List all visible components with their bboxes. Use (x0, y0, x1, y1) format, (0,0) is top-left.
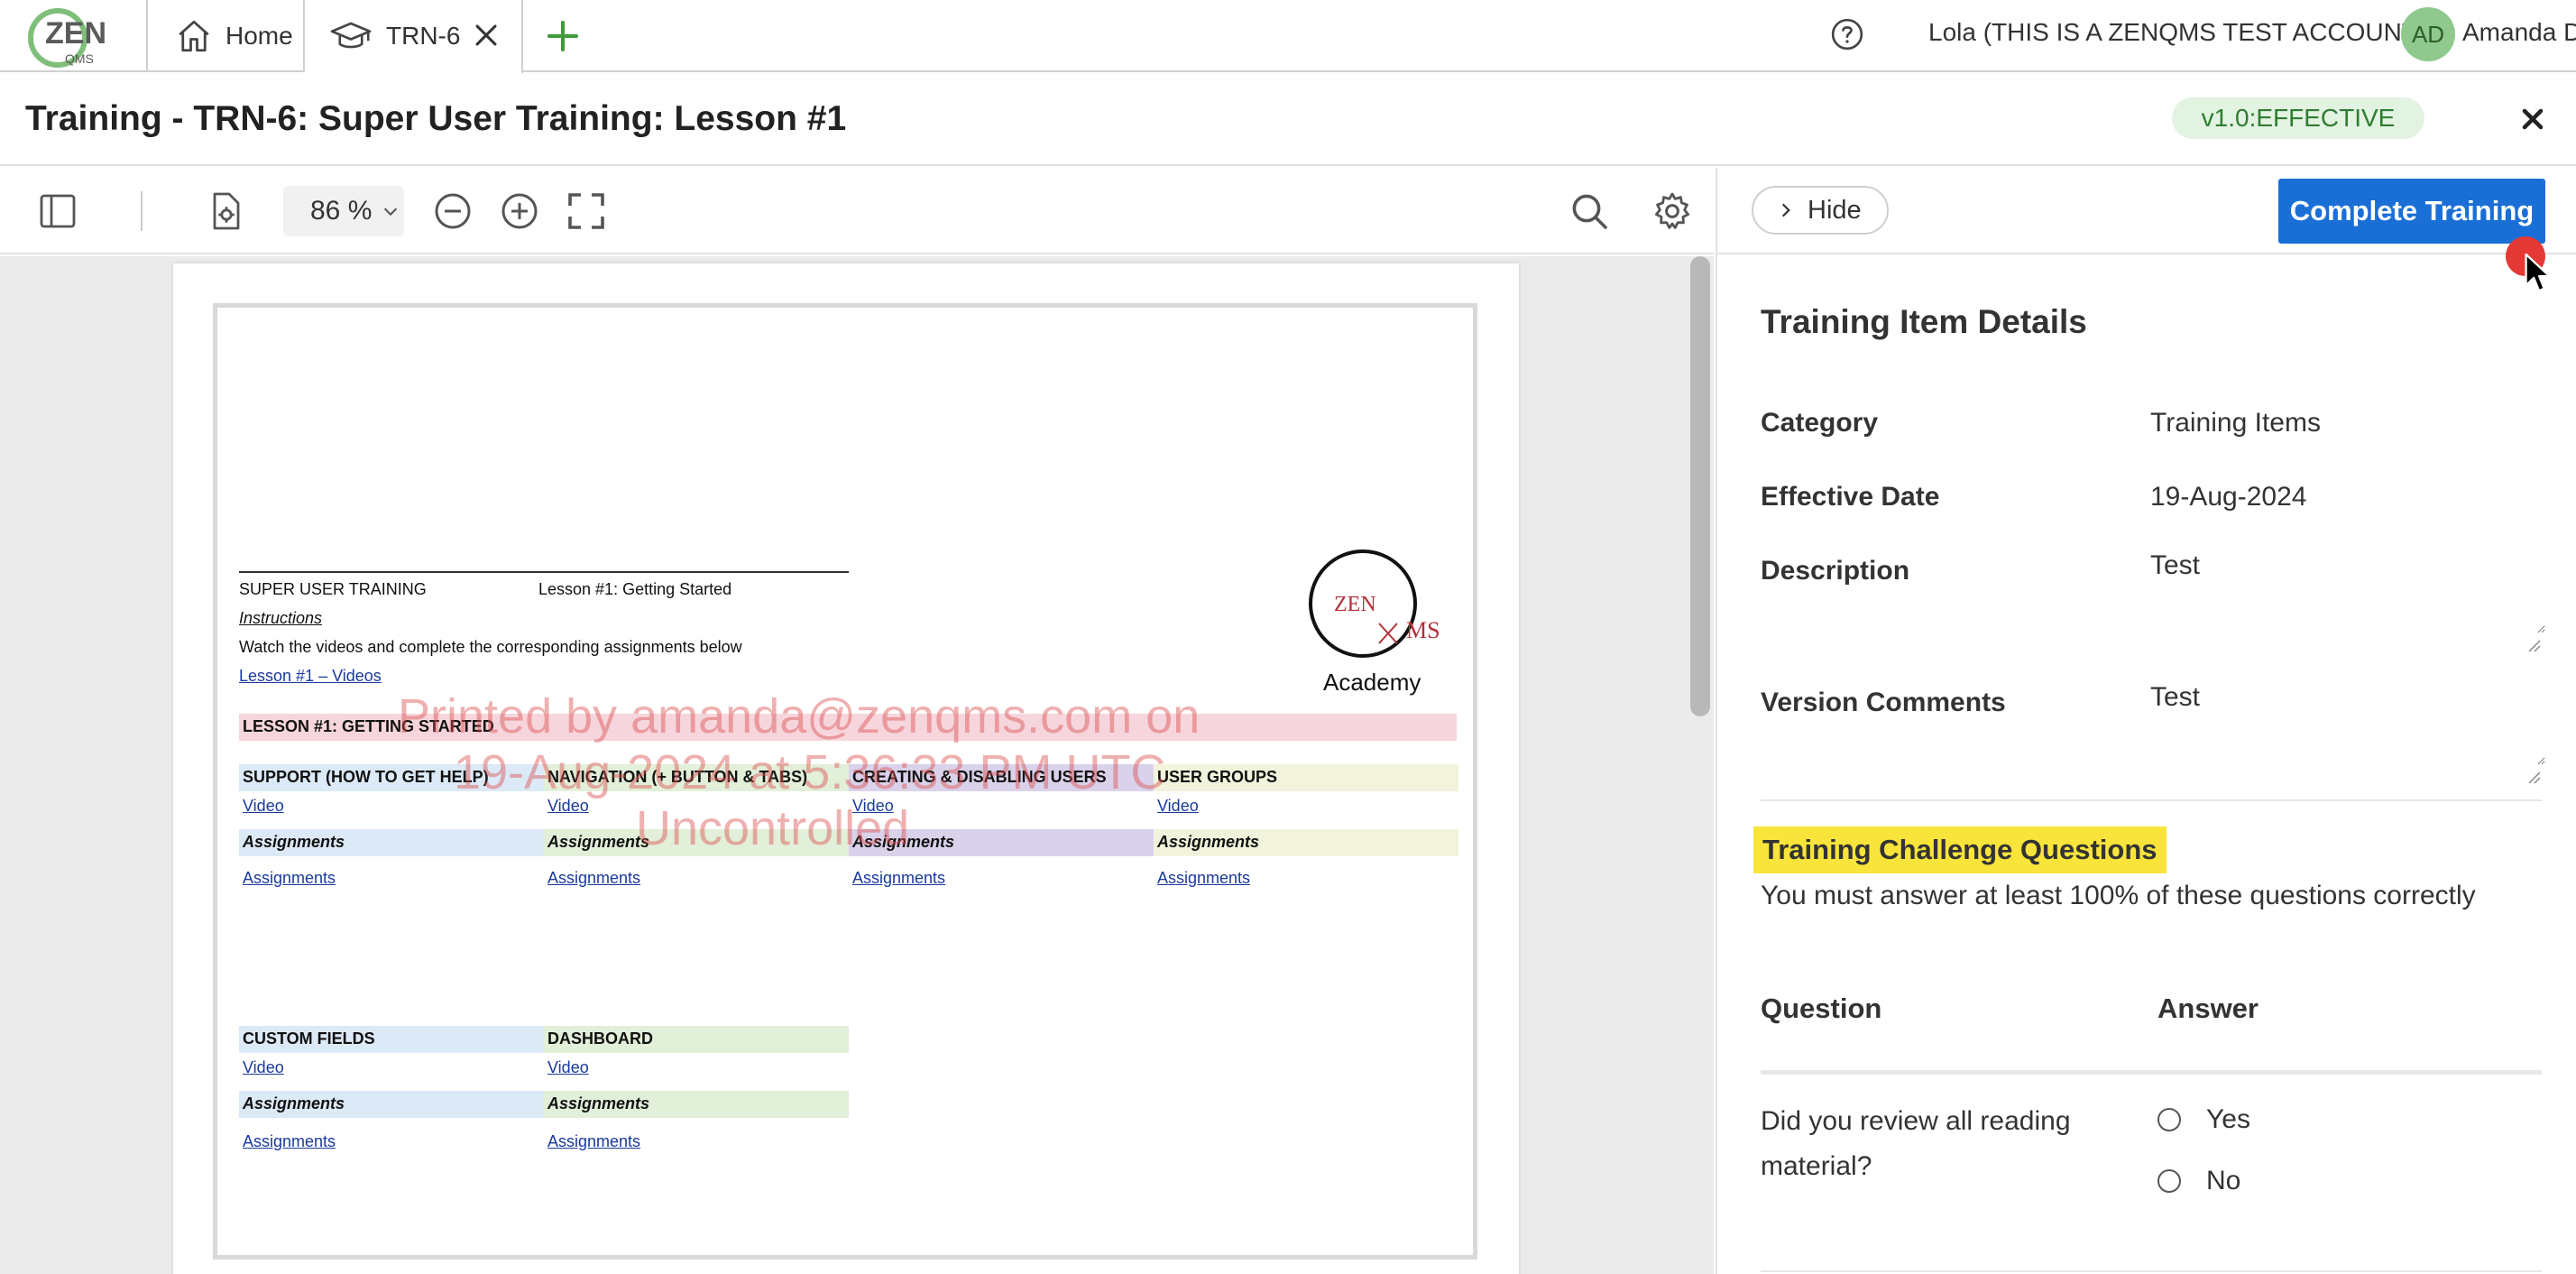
divider (1761, 799, 2542, 801)
fullscreen-icon[interactable] (565, 189, 608, 233)
mouse-cursor-icon (2525, 253, 2551, 292)
resize-grip-icon[interactable] (2525, 769, 2542, 785)
section-title: SUPPORT (HOW TO GET HELP) (243, 768, 489, 786)
video-link[interactable]: Video (547, 1058, 589, 1077)
toolbar-separator (141, 191, 143, 231)
assignments-link[interactable]: Assignments (243, 869, 336, 888)
graduation-cap-icon (330, 22, 372, 49)
watermark-line: Printed by amanda@zenqms.com on (398, 689, 1201, 743)
assignments-heading: Assignments (547, 833, 650, 851)
academy-label: Academy (1323, 669, 1421, 696)
description-field[interactable]: Test (2141, 543, 2545, 633)
answer-no-label: No (2206, 1166, 2241, 1196)
doc-instructions-text: Watch the videos and complete the corres… (239, 638, 742, 656)
doc-header-right: Lesson #1: Getting Started (538, 580, 732, 598)
answer-no-option[interactable]: No (2157, 1166, 2240, 1196)
assignments-heading: Assignments (547, 1094, 650, 1112)
doc-instructions-label: Instructions (239, 609, 323, 627)
viewer-toolbar: 86 % (0, 168, 1714, 254)
answer-yes-label: Yes (2206, 1104, 2250, 1134)
category-value: Training Items (2150, 408, 2321, 438)
version-comments-label: Version Comments (1761, 688, 2006, 717)
video-link[interactable]: Video (243, 1058, 284, 1077)
section-title: CUSTOM FIELDS (243, 1029, 375, 1048)
version-comments-field[interactable]: Test (2141, 675, 2545, 765)
title-bar: Training - TRN-6: Super User Training: L… (0, 72, 2576, 166)
complete-training-button[interactable]: Complete Training (2278, 179, 2545, 244)
effective-date-label: Effective Date (1761, 482, 1940, 512)
close-icon[interactable] (471, 20, 501, 51)
document-scrollbar[interactable] (1690, 256, 1710, 716)
svg-text:ZEN: ZEN (1334, 593, 1376, 616)
section-title: DASHBOARD (547, 1029, 653, 1048)
doc-header-left: SUPER USER TRAINING (239, 580, 427, 598)
plus-icon[interactable] (545, 18, 581, 54)
chevron-down-icon (384, 208, 398, 217)
search-icon[interactable] (1568, 189, 1611, 233)
divider (1761, 1270, 2542, 1272)
zoom-in-icon[interactable] (498, 189, 541, 233)
doc-videos-link[interactable]: Lesson #1 – Videos (239, 667, 382, 686)
assignments-link[interactable]: Assignments (547, 869, 640, 888)
assignments-link[interactable]: Assignments (243, 1132, 336, 1151)
radio-yes[interactable] (2157, 1108, 2181, 1131)
zenqms-logo[interactable]: ZEN QMS (18, 0, 126, 70)
assignments-link[interactable]: Assignments (852, 869, 945, 888)
section-title-training-item-details: Training Item Details (1761, 303, 2087, 340)
resize-grip-icon[interactable] (2525, 637, 2542, 653)
question-column-header: Question (1761, 992, 1882, 1024)
answer-column-header: Answer (2157, 992, 2259, 1024)
zoom-out-icon[interactable] (431, 189, 474, 233)
svg-text:MS: MS (1406, 617, 1440, 643)
effective-date-value: 19-Aug-2024 (2150, 482, 2307, 512)
user-name[interactable]: Amanda D (2462, 18, 2576, 47)
panel-header: Hide Complete Training (1717, 168, 2576, 254)
svg-text:QMS: QMS (65, 51, 94, 66)
watermark-line: 19-Aug-2024 at 5:36:33 PM UTC (454, 745, 1166, 799)
video-link[interactable]: Video (243, 797, 284, 816)
top-tab-bar: ZEN QMS Home TRN-6 Lola (THIS IS A ZENQM… (0, 0, 2576, 74)
gear-icon[interactable] (1651, 189, 1694, 233)
document-viewer[interactable]: SUPER USER TRAINING Lesson #1: Getting S… (0, 256, 1714, 1274)
account-label[interactable]: Lola (THIS IS A ZENQMS TEST ACCOUNT) (1928, 18, 2425, 47)
chevron-right-icon (1781, 203, 1790, 217)
header-rule (239, 571, 849, 573)
tab-home[interactable]: Home (146, 0, 305, 72)
section-title: USER GROUPS (1157, 768, 1278, 786)
tab-trn-6-label: TRN-6 (386, 22, 461, 50)
assignments-link[interactable]: Assignments (1157, 869, 1250, 888)
document-settings-icon[interactable] (204, 189, 247, 233)
tab-trn-6[interactable]: TRN-6 (305, 0, 523, 74)
table-header-divider (1761, 1070, 2542, 1075)
assignments-heading: Assignments (243, 1094, 345, 1112)
document-page-border: SUPER USER TRAINING Lesson #1: Getting S… (213, 303, 1477, 1260)
sidebar-toggle-icon[interactable] (36, 189, 79, 233)
question-text: Did you review all reading material? (1761, 1106, 2071, 1181)
home-icon (179, 20, 209, 52)
page-title: Training - TRN-6: Super User Training: L… (25, 99, 847, 138)
answer-yes-option[interactable]: Yes (2157, 1104, 2250, 1135)
version-badge: v1.0:EFFECTIVE (2172, 97, 2424, 139)
tab-home-label: Home (225, 22, 293, 50)
hide-label: Hide (1808, 195, 1862, 225)
assignments-heading: Assignments (243, 833, 345, 851)
category-label: Category (1761, 408, 1879, 438)
challenge-requirement-text: You must answer at least 100% of these q… (1761, 881, 2476, 910)
zoom-select[interactable]: 86 % (283, 186, 404, 236)
close-icon[interactable] (2516, 103, 2549, 135)
svg-text:ZEN: ZEN (45, 16, 106, 51)
challenge-questions-title: Training Challenge Questions (1753, 826, 2167, 873)
radio-no[interactable] (2157, 1169, 2181, 1193)
help-icon[interactable] (1829, 16, 1865, 52)
hide-panel-button[interactable]: Hide (1752, 186, 1889, 235)
avatar[interactable]: AD (2401, 7, 2455, 61)
zoom-value: 86 % (310, 196, 373, 226)
assignments-heading: Assignments (1157, 833, 1260, 851)
description-label: Description (1761, 556, 1910, 586)
watermark-line: Uncontrolled (636, 801, 910, 855)
document-page: SUPER USER TRAINING Lesson #1: Getting S… (173, 263, 1519, 1274)
assignments-link[interactable]: Assignments (547, 1132, 640, 1151)
